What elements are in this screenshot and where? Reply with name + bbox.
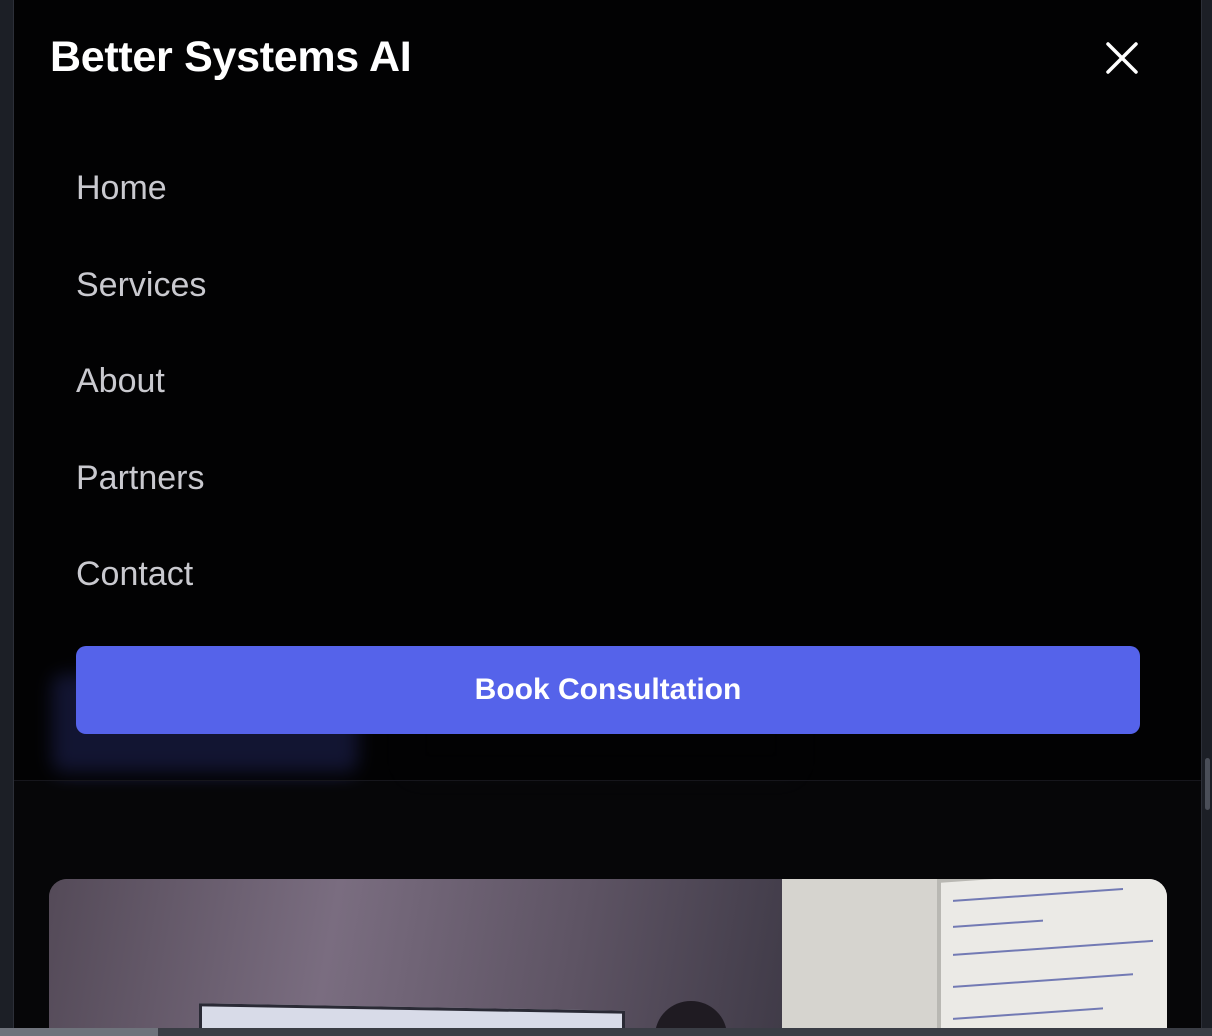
nav-item-partners: Partners: [76, 452, 206, 549]
nav-item-contact: Contact: [76, 548, 206, 645]
vertical-scrollbar[interactable]: [1201, 0, 1212, 1036]
horizontal-scrollbar[interactable]: [0, 1028, 1212, 1036]
left-gutter: [0, 0, 14, 1036]
hero-image: [49, 879, 1167, 1036]
nav-link-services[interactable]: Services: [76, 266, 206, 304]
nav-link-about[interactable]: About: [76, 362, 165, 400]
photo-room: [782, 879, 1167, 1036]
vertical-scrollbar-thumb[interactable]: [1205, 758, 1210, 810]
mobile-nav-list: Home Services About Partners Contact: [76, 162, 206, 645]
nav-item-home: Home: [76, 162, 206, 259]
photo-wall: [49, 879, 782, 1036]
brand-logo-text[interactable]: Better Systems AI: [50, 30, 412, 84]
nav-link-partners[interactable]: Partners: [76, 459, 205, 497]
nav-item-services: Services: [76, 259, 206, 356]
nav-link-home[interactable]: Home: [76, 169, 167, 207]
horizontal-scrollbar-thumb[interactable]: [0, 1028, 158, 1036]
browser-frame: Better Systems AI Home Services About Pa…: [0, 0, 1212, 1036]
page-viewport: Better Systems AI Home Services About Pa…: [14, 0, 1202, 1036]
nav-item-about: About: [76, 355, 206, 452]
close-icon: [1106, 42, 1138, 74]
photo-whiteboard: [937, 879, 1167, 1036]
close-menu-button[interactable]: [1100, 36, 1144, 80]
book-consultation-button[interactable]: Book Consultation: [76, 646, 1140, 734]
nav-link-contact[interactable]: Contact: [76, 555, 193, 593]
mobile-menu-overlay: Better Systems AI Home Services About Pa…: [14, 0, 1202, 781]
